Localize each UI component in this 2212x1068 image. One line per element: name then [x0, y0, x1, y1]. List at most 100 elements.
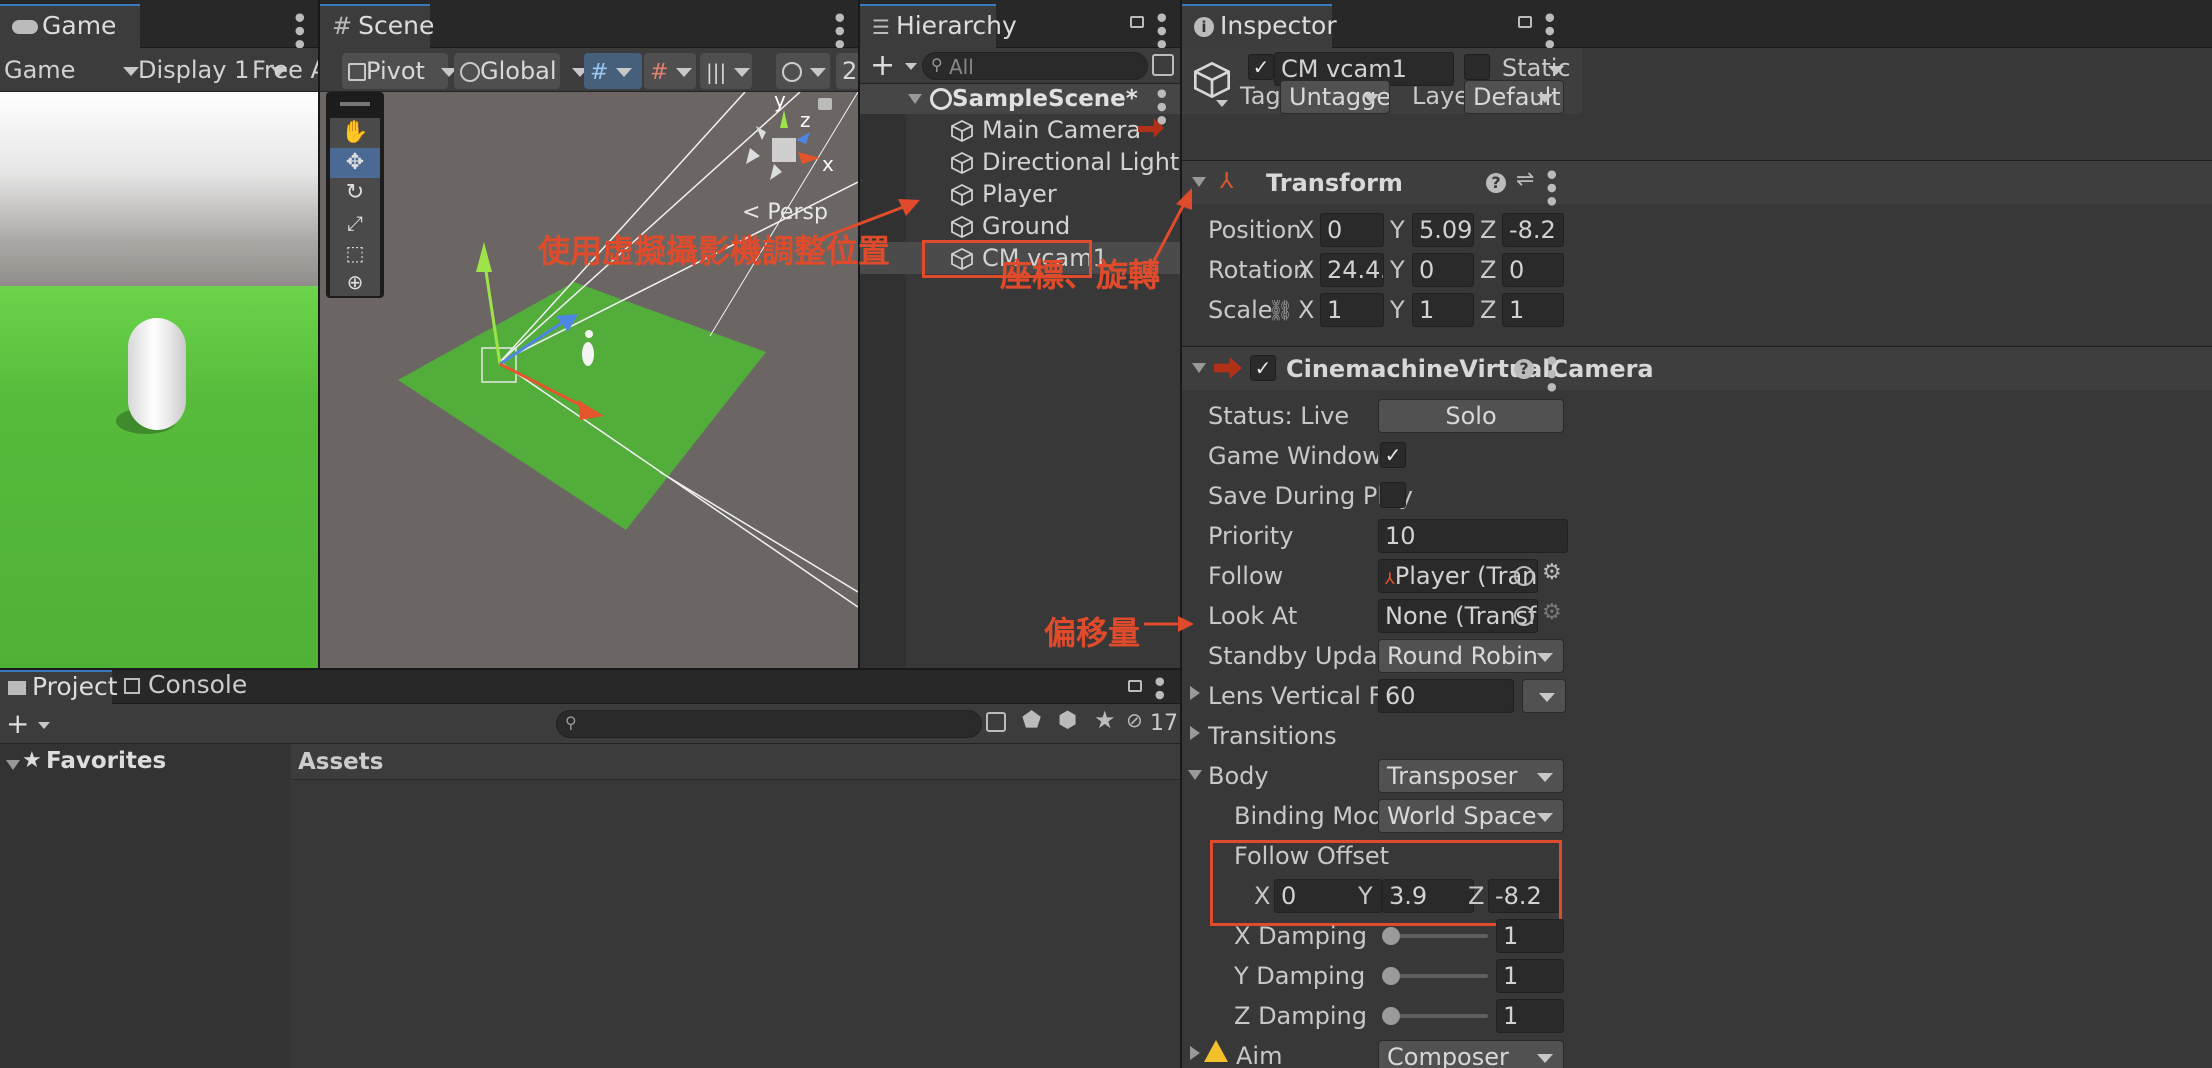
link-icon[interactable]: ⛓: [1268, 298, 1293, 322]
position-y-field[interactable]: 5.0999: [1412, 213, 1474, 247]
inspector-lock-icon[interactable]: [1518, 16, 1532, 28]
transform-menu-icon[interactable]: •••: [1537, 167, 1565, 207]
scale-y-field[interactable]: 1: [1412, 293, 1474, 327]
scene-menu-icon[interactable]: •••: [825, 10, 853, 50]
aim-dropdown[interactable]: Composer: [1378, 1040, 1564, 1068]
hierarchy-scene-row[interactable]: SampleScene* •••: [860, 84, 1180, 126]
rotation-x-field[interactable]: 24.45: [1320, 253, 1384, 287]
fov-expand-icon[interactable]: [1190, 686, 1200, 700]
z-damping-knob[interactable]: [1382, 1007, 1400, 1025]
assets-breadcrumb[interactable]: Assets: [298, 744, 383, 780]
transform-collapse-icon[interactable]: [1192, 177, 1206, 187]
z-damping-field[interactable]: 1: [1496, 999, 1564, 1033]
lock-icon[interactable]: [818, 98, 832, 110]
tab-inspector[interactable]: i Inspector: [1182, 4, 1337, 48]
tag-icon[interactable]: ⬢: [1058, 708, 1077, 733]
vcam-help-icon[interactable]: ?: [1514, 359, 1534, 379]
hierarchy-menu-icon[interactable]: •••: [1147, 10, 1175, 50]
fov-preset-dropdown[interactable]: [1522, 679, 1566, 713]
static-checkbox[interactable]: [1464, 54, 1490, 80]
icon-select-caret[interactable]: [1216, 100, 1228, 107]
help-icon[interactable]: ?: [1486, 173, 1506, 193]
scale-x-field[interactable]: 1: [1320, 293, 1384, 327]
x-damping-field[interactable]: 1: [1496, 919, 1564, 953]
game-view[interactable]: [0, 92, 318, 668]
follow-gear-icon[interactable]: ⚙: [1542, 560, 1562, 585]
static-dropdown-caret[interactable]: [1548, 66, 1564, 75]
move-tool[interactable]: ✥: [330, 148, 380, 178]
hierarchy-item-main-camera[interactable]: Main Camera: [950, 114, 1141, 146]
add-object-button[interactable]: +: [870, 48, 917, 84]
tag-dropdown[interactable]: Untagged: [1280, 80, 1390, 114]
tab-game[interactable]: Game: [0, 4, 140, 48]
y-damping-field[interactable]: 1: [1496, 959, 1564, 993]
hierarchy-search-input[interactable]: ⚲ All: [922, 52, 1148, 80]
grid-toggle[interactable]: #: [644, 53, 696, 89]
look-at-picker-icon[interactable]: [1514, 606, 1534, 626]
x-damping-knob[interactable]: [1382, 927, 1400, 945]
favorite-star-icon[interactable]: ★: [1094, 706, 1116, 734]
tab-console[interactable]: Console: [124, 670, 247, 704]
favorites-label[interactable]: Favorites: [46, 748, 166, 774]
game-window-guides-checkbox[interactable]: ✓: [1380, 442, 1406, 468]
tab-project[interactable]: Project: [0, 670, 118, 704]
standby-dropdown[interactable]: Round Robin: [1378, 639, 1564, 673]
body-collapse-icon[interactable]: [1188, 770, 1202, 780]
fov-field[interactable]: 60: [1378, 679, 1514, 713]
presets-icon[interactable]: ⇌: [1516, 167, 1534, 192]
grid-snap-toggle[interactable]: #: [584, 53, 642, 89]
y-damping-knob[interactable]: [1382, 967, 1400, 985]
persp-label[interactable]: < Persp: [742, 200, 828, 225]
project-search-input[interactable]: ⚲: [556, 710, 982, 738]
position-z-field[interactable]: -8.2: [1502, 213, 1564, 247]
inspector-menu-icon[interactable]: •••: [1535, 10, 1563, 50]
rotation-y-field[interactable]: 0: [1412, 253, 1474, 287]
game-menu-icon[interactable]: •••: [285, 10, 313, 50]
aim-expand-icon[interactable]: [1190, 1046, 1200, 1060]
vcam-collapse-icon[interactable]: [1192, 363, 1206, 373]
vcam-menu-icon[interactable]: •••: [1537, 353, 1565, 393]
body-dropdown[interactable]: Transposer: [1378, 759, 1564, 793]
transform-tool[interactable]: ⊕: [330, 268, 380, 296]
x-damping-track[interactable]: [1388, 934, 1488, 938]
scene-view[interactable]: ✋ ✥ ↻ ⤢ ⬚ ⊕ y z x < Persp: [320, 92, 858, 668]
scene-expand-icon[interactable]: [908, 94, 922, 104]
project-add-button[interactable]: +: [6, 704, 51, 744]
shading-dropdown[interactable]: [776, 53, 830, 89]
look-at-gear-icon[interactable]: ⚙: [1542, 600, 1562, 625]
rect-tool[interactable]: ⬚: [330, 238, 380, 268]
aspect-dropdown[interactable]: Free Asp: [252, 48, 318, 92]
transitions-expand-icon[interactable]: [1190, 726, 1200, 740]
z-damping-track[interactable]: [1388, 1014, 1488, 1018]
hierarchy-item-directional-light[interactable]: Directional Light: [950, 146, 1179, 178]
scale-tool[interactable]: ⤢: [330, 208, 380, 238]
project-lock-icon[interactable]: [1128, 680, 1142, 692]
vcam-enabled-checkbox[interactable]: ✓: [1250, 355, 1276, 381]
2d-toggle[interactable]: 2: [836, 53, 858, 89]
position-x-field[interactable]: 0: [1320, 213, 1384, 247]
active-checkbox[interactable]: ✓: [1248, 54, 1274, 80]
hidden-packages-icon[interactable]: ⊘: [1126, 708, 1143, 732]
pivot-dropdown[interactable]: Pivot: [342, 53, 457, 89]
search-by-type-icon[interactable]: [986, 712, 1006, 732]
increment-snap-dropdown[interactable]: |||: [700, 53, 752, 89]
follow-picker-icon[interactable]: [1514, 566, 1534, 586]
tab-scene[interactable]: # Scene: [320, 4, 434, 48]
scene-row-menu-icon[interactable]: •••: [1147, 86, 1175, 126]
binding-mode-dropdown[interactable]: World Space: [1378, 799, 1564, 833]
hierarchy-item-ground[interactable]: Ground: [950, 210, 1070, 242]
transform-header[interactable]: ⅄ Transform ? ⇌ •••: [1182, 160, 2212, 207]
tab-hierarchy[interactable]: ☰ Hierarchy: [860, 4, 1017, 48]
rotate-tool[interactable]: ↻: [330, 178, 380, 208]
hand-tool[interactable]: ✋: [330, 118, 380, 148]
save-during-play-checkbox[interactable]: [1380, 482, 1406, 508]
priority-field[interactable]: 10: [1378, 519, 1568, 553]
scene-visibility-icon[interactable]: [1152, 54, 1174, 76]
hierarchy-item-player[interactable]: Player: [950, 178, 1057, 210]
filter-type-icon[interactable]: ⬟: [1022, 708, 1041, 733]
rotation-z-field[interactable]: 0: [1502, 253, 1564, 287]
global-dropdown[interactable]: Global: [454, 53, 589, 89]
palette-handle[interactable]: [340, 102, 370, 106]
orientation-gizmo[interactable]: y z x: [740, 92, 840, 202]
game-mode-dropdown[interactable]: Game: [4, 48, 140, 92]
